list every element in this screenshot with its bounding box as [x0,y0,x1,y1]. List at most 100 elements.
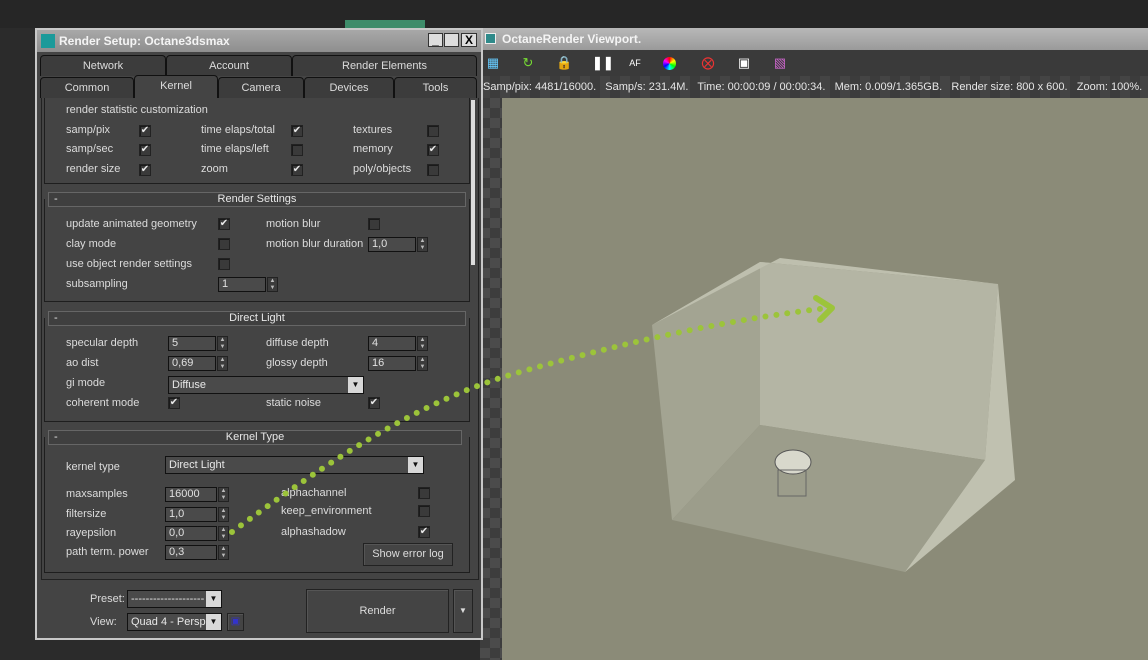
render-settings-header[interactable]: - Render Settings [48,192,466,207]
chevron-down-icon[interactable]: ▼ [206,614,221,630]
3dsmax-app-icon [41,34,55,48]
spinner-arrows[interactable]: ▲ ▼ [218,526,229,541]
stat-label: samp/sec [66,143,114,155]
spinner-arrows[interactable]: ▲ ▼ [218,545,229,560]
panel-scrollbar[interactable] [471,100,475,265]
section-title: Direct Light [229,312,285,324]
alphachannel-checkbox[interactable] [418,487,430,499]
view-label: View: [90,616,117,628]
subsampling-spinner[interactable]: 1 ▲ ▼ [218,277,278,292]
stat-checkbox[interactable]: ✔ [291,125,303,137]
tab-devices[interactable]: Devices [304,77,394,98]
motion-blur-duration-label: motion blur duration [266,238,364,250]
maxsamples-spinner[interactable]: 16000 ▲ ▼ [165,487,229,502]
close-button[interactable]: X [461,33,477,47]
spinner-arrows[interactable]: ▲ ▼ [417,336,428,351]
chevron-down-icon[interactable]: ▼ [348,377,363,393]
chevron-down-icon[interactable]: ▼ [408,457,423,473]
path-term-power-spinner[interactable]: 0,3 ▲ ▼ [165,545,229,560]
chevron-down-icon[interactable]: ▼ [206,591,221,607]
tab-common[interactable]: Common [40,77,134,98]
use-object-render-settings-checkbox[interactable] [218,258,230,270]
preset-dropdown[interactable]: -------------------- ▼ [127,590,222,608]
collapse-toggle[interactable]: - [54,193,58,206]
lock-view-icon[interactable]: ▣ [227,613,244,631]
diffuse-depth-spinner[interactable]: 4 ▲ ▼ [368,336,428,351]
update-animated-geometry-label: update animated geometry [66,218,197,230]
kernel-type-dropdown[interactable]: Direct Light ▼ [165,456,424,474]
motion-blur-duration-spinner[interactable]: 1,0 ▲ ▼ [368,237,428,252]
coherent-mode-checkbox[interactable]: ✔ [168,397,180,409]
glossy-depth-spinner[interactable]: 16 ▲ ▼ [368,356,428,371]
path-term-power-label: path term. power [66,546,149,558]
tab-render-elements[interactable]: Render Elements [292,55,477,76]
alphashadow-checkbox[interactable]: ✔ [418,526,430,538]
collapse-toggle[interactable]: - [54,312,58,325]
clay-mode-checkbox[interactable] [218,238,230,250]
tab-network[interactable]: Network [40,55,166,76]
tab-camera[interactable]: Camera [218,77,304,98]
spinner-arrows[interactable]: ▲ ▼ [217,356,228,371]
maxsamples-value: 16000 [169,488,200,500]
update-animated-geometry-checkbox[interactable]: ✔ [218,218,230,230]
view-dropdown[interactable]: Quad 4 - Perspective▼ [127,613,222,631]
tab-account[interactable]: Account [166,55,292,76]
motion-blur-duration-value: 1,0 [372,238,388,250]
path-term-power-value: 0,3 [169,546,185,558]
motion-blur-label: motion blur [266,218,321,230]
section-title: Kernel Type [225,431,285,443]
stat-label: samp/pix [66,124,111,136]
stat-checkbox[interactable]: ✔ [139,144,151,156]
alphashadow-label: alphashadow [281,526,346,538]
spinner-arrows[interactable]: ▲ ▼ [218,487,229,502]
render-button[interactable]: Render [306,589,449,633]
tab-tools[interactable]: Tools [394,77,477,98]
rayepsilon-label: rayepsilon [66,527,117,539]
static-noise-checkbox[interactable]: ✔ [368,397,380,409]
static-noise-label: static noise [266,397,322,409]
ao-dist-label: ao dist [66,357,99,369]
filtersize-value: 1,0 [169,508,185,520]
stat-checkbox[interactable]: ✔ [139,164,151,176]
maxsamples-label: maxsamples [66,488,128,500]
specular-depth-spinner[interactable]: 5 ▲ ▼ [168,336,228,351]
minimize-button[interactable]: _ [428,33,443,47]
direct-light-header[interactable]: - Direct Light [48,311,466,326]
spinner-arrows[interactable]: ▲ ▼ [218,507,229,522]
stat-checkbox[interactable] [291,144,303,156]
stat-label: time elaps/left [201,143,269,155]
gi-mode-dropdown[interactable]: Diffuse ▼ [168,376,364,394]
stat-label: poly/objects [353,163,412,175]
stat-checkbox[interactable] [427,164,439,176]
render-options-dropdown[interactable]: ▼ [453,589,473,633]
stat-label: zoom [201,163,228,175]
preset-label: Preset: [90,593,125,605]
preset-value: -------------------- [131,593,205,605]
stat-checkbox[interactable] [427,125,439,137]
spinner-arrows[interactable]: ▲ ▼ [217,336,228,351]
collapse-toggle[interactable]: - [54,431,58,444]
rayepsilon-spinner[interactable]: 0,0 ▲ ▼ [165,526,229,541]
specular-depth-label: specular depth [66,337,139,349]
maximize-button[interactable] [444,33,459,47]
rayepsilon-value: 0,0 [169,527,185,539]
stat-checkbox[interactable]: ✔ [291,164,303,176]
motion-blur-checkbox[interactable] [368,218,380,230]
clay-mode-label: clay mode [66,238,117,250]
tab-kernel[interactable]: Kernel [134,75,218,98]
show-error-log-button[interactable]: Show error log [363,543,453,566]
kernel-type-header[interactable]: - Kernel Type [48,430,462,445]
dialog-title-bar[interactable]: Render Setup: Octane3dsmax _ X [37,30,481,52]
stat-checkbox[interactable]: ✔ [139,125,151,137]
stat-label: memory [353,143,393,155]
box-back-wall [760,262,998,460]
keep-environment-checkbox[interactable] [418,505,430,517]
spinner-arrows[interactable]: ▲ ▼ [417,356,428,371]
spinner-arrows[interactable]: ▲ ▼ [417,237,428,252]
filtersize-spinner[interactable]: 1,0 ▲ ▼ [165,507,229,522]
spinner-arrows[interactable]: ▲ ▼ [267,277,278,292]
use-object-render-settings-label: use object render settings [66,258,192,270]
ao-dist-spinner[interactable]: 0,69 ▲ ▼ [168,356,228,371]
filtersize-label: filtersize [66,508,107,520]
stat-checkbox[interactable]: ✔ [427,144,439,156]
